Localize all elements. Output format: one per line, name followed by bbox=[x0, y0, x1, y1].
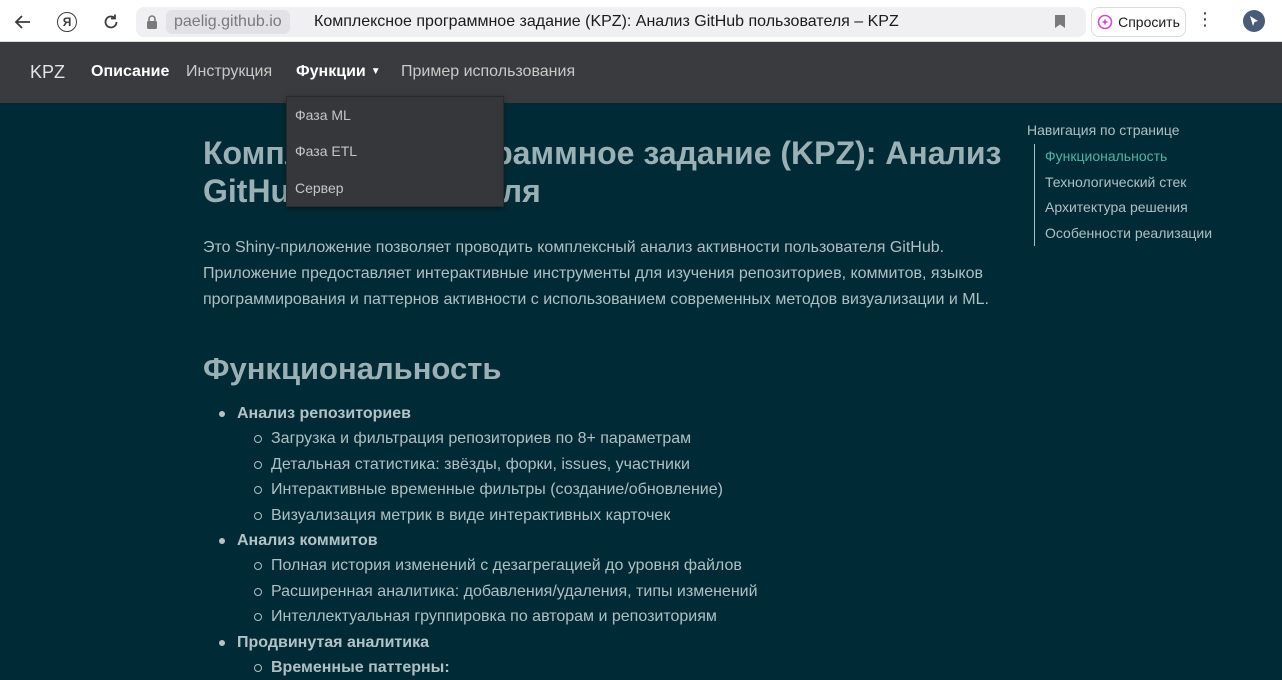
caret-down-icon: ▼ bbox=[370, 66, 381, 77]
feature-subitem: Интерактивные временные фильтры (создани… bbox=[203, 477, 1003, 502]
toc-item-architecture[interactable]: Архитектура решения bbox=[1045, 195, 1257, 221]
ask-button[interactable]: Спросить bbox=[1091, 7, 1186, 37]
ai-sparkle-icon bbox=[1097, 14, 1113, 30]
nav-link-instructions[interactable]: Инструкция bbox=[186, 63, 272, 81]
dropdown-item-etl-phase[interactable]: Фаза ETL bbox=[295, 143, 357, 159]
nav-link-description[interactable]: Описание bbox=[91, 63, 169, 81]
feature-item: Анализ репозиториев bbox=[203, 401, 1003, 426]
toc-item-implementation[interactable]: Особенности реализации bbox=[1045, 221, 1257, 247]
ask-button-label: Спросить bbox=[1118, 14, 1180, 30]
page-toc: Навигация по странице Функциональность Т… bbox=[1027, 122, 1257, 246]
toc-title: Навигация по странице bbox=[1027, 122, 1180, 138]
feature-subitem: Детальная статистика: звёзды, форки, iss… bbox=[203, 452, 1003, 477]
nav-link-usage-example[interactable]: Пример использования bbox=[401, 63, 575, 81]
kebab-menu-icon[interactable]: ⋮ bbox=[1196, 9, 1214, 30]
main-content: Комплексное программное задание (KPZ): А… bbox=[203, 134, 1003, 680]
feature-item: Анализ коммитов bbox=[203, 528, 1003, 553]
feature-subitem: Полная история изменений с дезагрегацией… bbox=[203, 553, 1003, 578]
features-list: Анализ репозиториев Загрузка и фильтраци… bbox=[203, 401, 1003, 680]
site-navbar: KPZ Описание Инструкция Функции ▼ Пример … bbox=[0, 42, 1282, 103]
url-host[interactable]: paelig.github.io bbox=[166, 10, 290, 34]
toc-item-tech-stack[interactable]: Технологический стек bbox=[1045, 170, 1257, 196]
toc-item-functionality[interactable]: Функциональность bbox=[1045, 144, 1257, 170]
lock-icon bbox=[146, 15, 158, 34]
brand-logo[interactable]: KPZ bbox=[30, 62, 65, 83]
browser-toolbar: Я paelig.github.io Комплексное программн… bbox=[0, 0, 1282, 42]
nav-link-functions[interactable]: Функции ▼ bbox=[296, 63, 381, 81]
feature-item: Продвинутая аналитика bbox=[203, 630, 1003, 655]
bookmark-icon[interactable] bbox=[1054, 14, 1066, 34]
address-bar[interactable]: paelig.github.io Комплексное программное… bbox=[136, 7, 1086, 37]
reload-icon[interactable] bbox=[98, 9, 124, 35]
dropdown-item-ml-phase[interactable]: Фаза ML bbox=[295, 107, 351, 123]
back-arrow-icon[interactable] bbox=[10, 9, 36, 35]
feature-subitem: Временные паттерны: bbox=[203, 655, 1003, 680]
cursor-extension-icon[interactable] bbox=[1243, 10, 1265, 32]
dropdown-item-server[interactable]: Сервер bbox=[295, 180, 344, 196]
tab-title: Комплексное программное задание (KPZ): А… bbox=[314, 13, 899, 30]
functions-dropdown-menu: Фаза ML Фаза ETL Сервер bbox=[286, 96, 504, 207]
toc-list: Функциональность Технологический стек Ар… bbox=[1034, 144, 1257, 246]
nav-link-functions-label: Функции bbox=[296, 63, 366, 80]
feature-subitem: Интеллектуальная группировка по авторам … bbox=[203, 604, 1003, 629]
intro-paragraph: Это Shiny-приложение позволяет проводить… bbox=[203, 239, 989, 308]
section-title-functionality: Функциональность bbox=[203, 351, 502, 386]
yandex-home-icon[interactable]: Я bbox=[54, 9, 80, 35]
feature-subitem: Загрузка и фильтрация репозиториев по 8+… bbox=[203, 426, 1003, 451]
feature-subitem: Расширенная аналитика: добавления/удален… bbox=[203, 579, 1003, 604]
feature-subitem: Визуализация метрик в виде интерактивных… bbox=[203, 503, 1003, 528]
